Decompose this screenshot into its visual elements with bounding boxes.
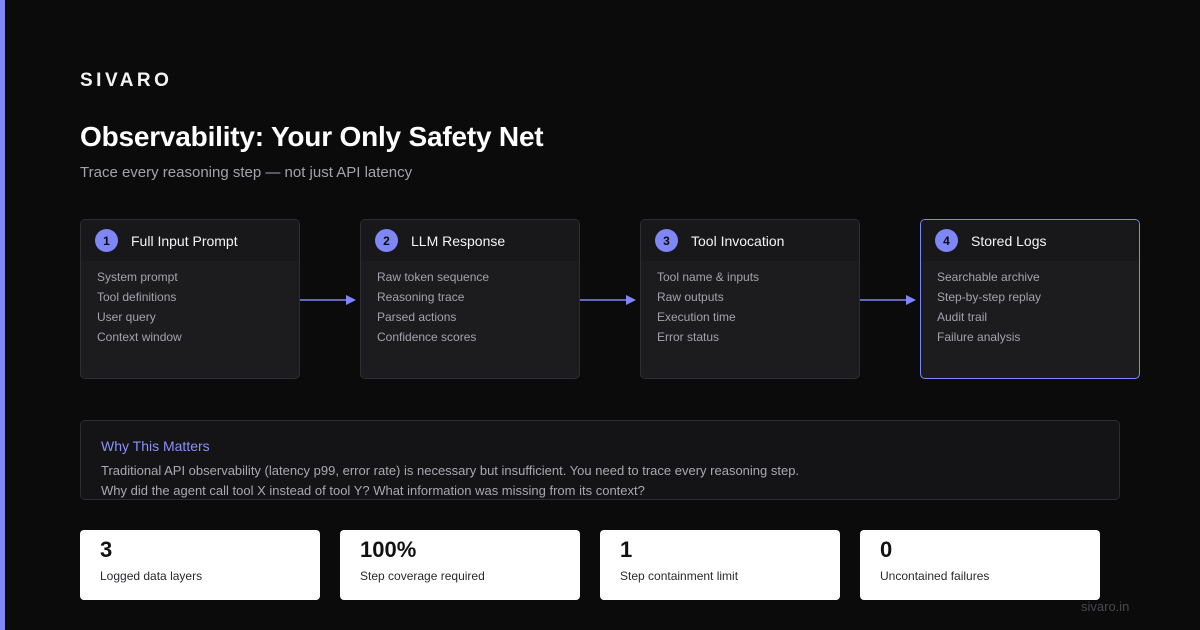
stat-card-containment-limit: 1 Step containment limit bbox=[600, 530, 840, 600]
stat-label: Step containment limit bbox=[620, 569, 739, 583]
why-text-line: Traditional API observability (latency p… bbox=[101, 463, 800, 478]
step-item: Raw outputs bbox=[657, 290, 724, 304]
stat-value: 100% bbox=[360, 537, 417, 562]
step-item: Error status bbox=[657, 330, 720, 344]
step-title: Stored Logs bbox=[971, 232, 1047, 249]
page-title: Observability: Your Only Safety Net bbox=[80, 121, 544, 152]
flow-arrow-icon bbox=[580, 295, 636, 305]
step-card-stored-logs: 4 Stored Logs Searchable archive Step-by… bbox=[920, 219, 1140, 379]
step-item: System prompt bbox=[97, 270, 178, 284]
flow-arrow-icon bbox=[300, 295, 356, 305]
step-item: Tool definitions bbox=[97, 290, 177, 304]
step-number-badge: 4 bbox=[935, 229, 958, 252]
step-title: Tool Invocation bbox=[691, 232, 785, 249]
step-item: Parsed actions bbox=[377, 310, 457, 324]
stat-label: Step coverage required bbox=[360, 569, 485, 583]
step-item-list: Raw token sequence Reasoning trace Parse… bbox=[361, 261, 579, 349]
step-item: Step-by-step replay bbox=[937, 290, 1042, 304]
step-item: Searchable archive bbox=[937, 270, 1040, 284]
stat-value: 0 bbox=[880, 537, 893, 562]
brand-logo: SIVARO bbox=[80, 70, 173, 91]
step-item: Reasoning trace bbox=[377, 290, 465, 304]
stat-label: Logged data layers bbox=[100, 569, 203, 583]
step-card-full-input-prompt: 1 Full Input Prompt System prompt Tool d… bbox=[80, 219, 300, 379]
stat-card-uncontained-failures: 0 Uncontained failures bbox=[860, 530, 1100, 600]
step-card-tool-invocation: 3 Tool Invocation Tool name & inputs Raw… bbox=[640, 219, 860, 379]
step-item: Raw token sequence bbox=[377, 270, 490, 284]
step-card-header: 1 Full Input Prompt bbox=[81, 220, 299, 261]
step-item: Audit trail bbox=[937, 310, 988, 324]
flow-arrow-icon bbox=[860, 295, 916, 305]
footer-domain: sivaro.in bbox=[1081, 599, 1130, 614]
step-item: Execution time bbox=[657, 310, 736, 324]
why-title: Why This Matters bbox=[101, 438, 210, 454]
step-title: Full Input Prompt bbox=[131, 232, 238, 249]
step-number-badge: 1 bbox=[95, 229, 118, 252]
step-card-header: 3 Tool Invocation bbox=[641, 220, 859, 261]
accent-bar bbox=[0, 0, 5, 630]
step-item: Context window bbox=[97, 330, 182, 344]
step-title: LLM Response bbox=[411, 232, 506, 249]
why-text-line: Why did the agent call tool X instead of… bbox=[101, 483, 645, 498]
page-subtitle: Trace every reasoning step — not just AP… bbox=[80, 164, 413, 181]
step-card-header: 2 LLM Response bbox=[361, 220, 579, 261]
step-number-badge: 3 bbox=[655, 229, 678, 252]
stat-label: Uncontained failures bbox=[880, 569, 990, 583]
step-item: Confidence scores bbox=[377, 330, 477, 344]
step-number-badge: 2 bbox=[375, 229, 398, 252]
stat-value: 1 bbox=[620, 537, 633, 562]
step-card-header: 4 Stored Logs bbox=[921, 220, 1139, 261]
why-this-matters-box: Why This Matters Traditional API observa… bbox=[80, 420, 1120, 500]
step-item: Failure analysis bbox=[937, 330, 1021, 344]
step-item-list: Tool name & inputs Raw outputs Execution… bbox=[641, 261, 859, 349]
step-item-list: Searchable archive Step-by-step replay A… bbox=[921, 261, 1139, 349]
step-card-llm-response: 2 LLM Response Raw token sequence Reason… bbox=[360, 219, 580, 379]
stat-card-logged-layers: 3 Logged data layers bbox=[80, 530, 320, 600]
stat-value: 3 bbox=[100, 537, 113, 562]
step-item-list: System prompt Tool definitions User quer… bbox=[81, 261, 299, 349]
step-item: Tool name & inputs bbox=[657, 270, 760, 284]
step-item: User query bbox=[97, 310, 156, 324]
stat-card-step-coverage: 100% Step coverage required bbox=[340, 530, 580, 600]
